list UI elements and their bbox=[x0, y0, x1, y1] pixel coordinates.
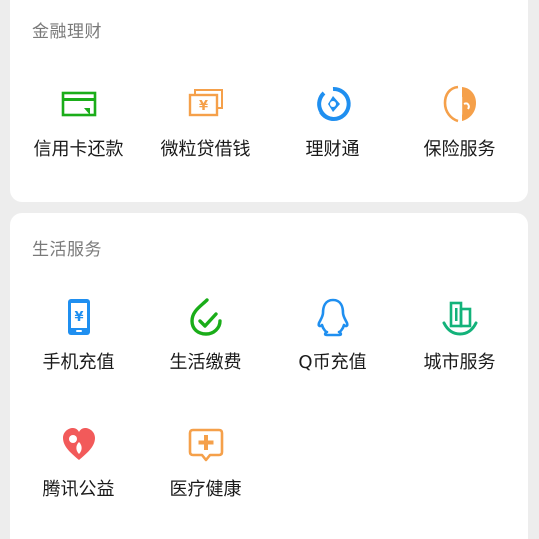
svg-text:¥: ¥ bbox=[198, 99, 207, 114]
q-coin-topup-label: Q币充值 bbox=[298, 352, 367, 373]
life-section-title: 生活服务 bbox=[32, 240, 102, 260]
credit-card-icon bbox=[59, 84, 99, 124]
credit-card-repay-button[interactable]: 信用卡还款 bbox=[15, 84, 142, 184]
medical-health-label: 医疗健康 bbox=[169, 479, 242, 500]
insurance-label: 保险服务 bbox=[423, 139, 496, 160]
page: 金融理财 信用卡还款 ¥ 微粒贷借钱 理财通 保险服务 生活服务 ¥ 手机充值 … bbox=[0, 0, 539, 539]
qq-penguin-icon bbox=[313, 297, 353, 337]
tencent-charity-button[interactable]: 腾讯公益 bbox=[15, 424, 142, 524]
charity-heart-icon bbox=[59, 424, 99, 464]
city-service-icon bbox=[440, 297, 480, 337]
licaitong-label: 理财通 bbox=[305, 139, 360, 160]
insurance-icon bbox=[440, 84, 480, 124]
loan-yen-icon: ¥ bbox=[186, 84, 226, 124]
licaitong-button[interactable]: 理财通 bbox=[269, 84, 396, 184]
weilidai-loan-button[interactable]: ¥ 微粒贷借钱 bbox=[142, 84, 269, 184]
city-service-button[interactable]: 城市服务 bbox=[396, 297, 523, 397]
utility-bill-label: 生活缴费 bbox=[169, 352, 242, 373]
insurance-button[interactable]: 保险服务 bbox=[396, 84, 523, 184]
q-coin-topup-button[interactable]: Q币充值 bbox=[269, 297, 396, 397]
weilidai-loan-label: 微粒贷借钱 bbox=[160, 139, 251, 160]
credit-card-repay-label: 信用卡还款 bbox=[33, 139, 124, 160]
utility-bill-icon bbox=[186, 297, 226, 337]
wealth-icon bbox=[313, 84, 353, 124]
mobile-topup-label: 手机充值 bbox=[42, 352, 115, 373]
medical-icon bbox=[186, 424, 226, 464]
mobile-topup-button[interactable]: ¥ 手机充值 bbox=[15, 297, 142, 397]
city-service-label: 城市服务 bbox=[423, 352, 496, 373]
mobile-topup-icon: ¥ bbox=[59, 297, 99, 337]
utility-bill-button[interactable]: 生活缴费 bbox=[142, 297, 269, 397]
svg-text:¥: ¥ bbox=[74, 310, 83, 325]
life-section: 生活服务 ¥ 手机充值 生活缴费 Q币充值 城市服务 腾讯公益 医疗健康 bbox=[10, 213, 528, 539]
medical-health-button[interactable]: 医疗健康 bbox=[142, 424, 269, 524]
finance-section: 金融理财 信用卡还款 ¥ 微粒贷借钱 理财通 保险服务 bbox=[10, 0, 528, 202]
tencent-charity-label: 腾讯公益 bbox=[42, 479, 115, 500]
finance-section-title: 金融理财 bbox=[32, 22, 102, 42]
